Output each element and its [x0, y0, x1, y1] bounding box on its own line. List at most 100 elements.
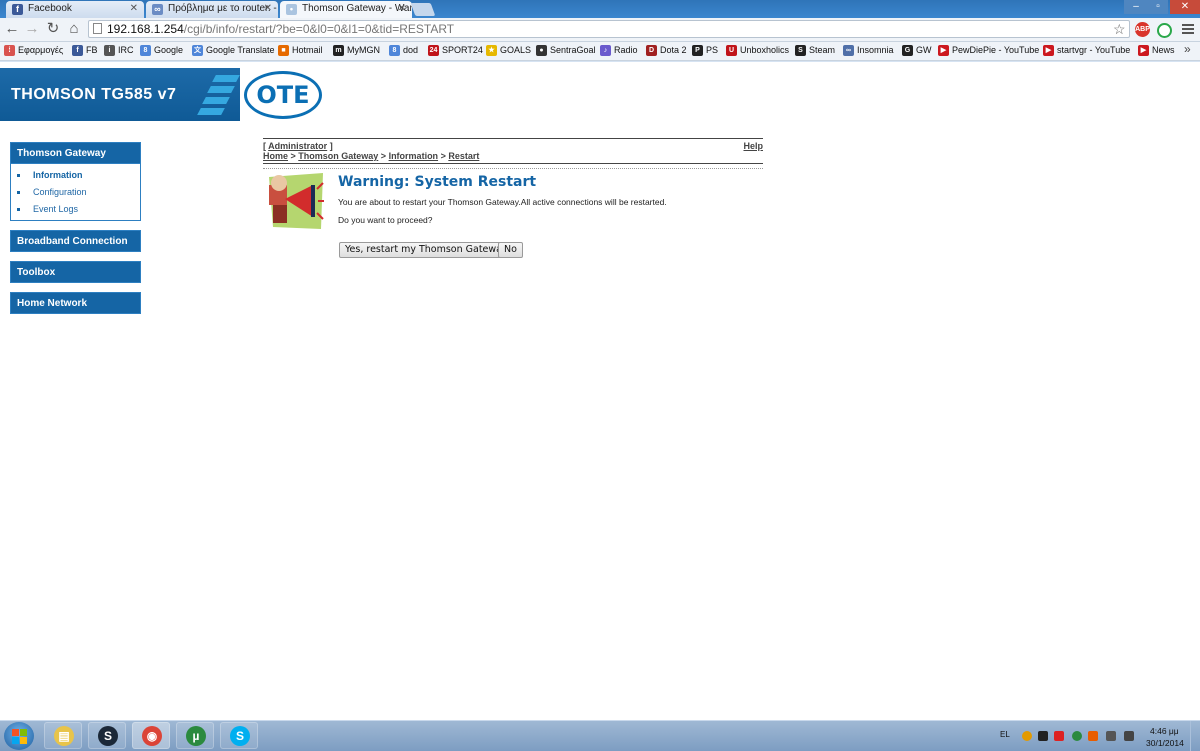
- bookmark-google-translate[interactable]: 文 Google Translate: [192, 42, 275, 60]
- explorer-icon: ▤: [54, 726, 74, 746]
- user-link[interactable]: Administrator: [268, 141, 327, 151]
- bookmark-label: Google Translate: [206, 45, 275, 55]
- forward-arrow-icon[interactable]: →: [24, 21, 40, 37]
- bookmark-insomnia[interactable]: ∞ Insomnia: [843, 42, 894, 60]
- bookmark-sport24[interactable]: 24 SPORT24: [428, 42, 483, 60]
- bookmark-label: Εφαρμογές: [18, 45, 64, 55]
- bookmarks-bar: ⁞ Εφαρμογές f FB i IRC 8 Google 文 Google Translat…: [0, 42, 1200, 61]
- bookmark-ps[interactable]: P PS: [692, 42, 718, 60]
- address-bar[interactable]: 192.168.1.254/cgi/b/info/restart/?be=0&l…: [88, 20, 1130, 38]
- bookmark-goals[interactable]: ★ GOALS: [486, 42, 531, 60]
- cancel-button[interactable]: No: [498, 242, 523, 258]
- bookmark-dod[interactable]: 8 dod: [389, 42, 418, 60]
- close-icon[interactable]: ✕: [398, 1, 406, 17]
- bookmark-fb[interactable]: f FB: [72, 42, 98, 60]
- sidebar-item-broadband-connection[interactable]: Broadband Connection: [10, 230, 141, 252]
- bookmark-hotmail[interactable]: ■ Hotmail: [278, 42, 323, 60]
- breadcrumb-information[interactable]: Information: [389, 151, 439, 161]
- help-link[interactable]: Help: [743, 141, 763, 151]
- bookmark-label: dod: [403, 45, 419, 55]
- menu-icon[interactable]: [1182, 22, 1194, 36]
- gw-icon: G: [902, 45, 913, 56]
- tray-red-icon[interactable]: [1054, 731, 1064, 741]
- new-tab-button[interactable]: [410, 3, 436, 16]
- taskbar-app-steam[interactable]: S: [88, 722, 126, 749]
- show-desktop-button[interactable]: [1190, 721, 1200, 751]
- bookmark-star-icon[interactable]: ☆: [1113, 21, 1126, 38]
- ball-icon: ●: [536, 45, 547, 56]
- sidebar-item-event-logs[interactable]: Event Logs: [11, 201, 140, 218]
- tab-title: Πρόβλημα με το router. -: [168, 3, 277, 14]
- tab-strip: f Facebook ✕ ∞ Πρόβλημα με το router. - …: [0, 0, 1200, 18]
- apps-icon: ⁞: [4, 45, 15, 56]
- breadcrumb-home[interactable]: Home: [263, 151, 288, 161]
- sidebar-submenu: Information Configuration Event Logs: [10, 164, 141, 221]
- utorrent-icon[interactable]: [1072, 731, 1082, 741]
- steam-icon[interactable]: [1038, 731, 1048, 741]
- sidebar-item-thomson-gateway[interactable]: Thomson Gateway: [10, 142, 141, 164]
- close-icon[interactable]: ✕: [130, 1, 138, 17]
- bookmark-startvgr-youtube[interactable]: ▶ startvgr - YouTube: [1043, 42, 1130, 60]
- maximize-icon[interactable]: ▫: [1148, 0, 1168, 14]
- utorrent-icon: µ: [186, 726, 206, 746]
- bookmark-pewdiepie-youtube[interactable]: ▶ PewDiePie - YouTube: [938, 42, 1039, 60]
- bookmark-gw[interactable]: G GW: [902, 42, 932, 60]
- bookmark-label: IRC: [118, 45, 134, 55]
- refresh-ext-icon[interactable]: [1157, 23, 1172, 38]
- breadcrumb-thomson-gateway[interactable]: Thomson Gateway: [298, 151, 378, 161]
- chevron-more-icon[interactable]: »: [1184, 42, 1191, 56]
- tab-title: Facebook: [28, 3, 72, 14]
- close-icon[interactable]: ✕: [264, 1, 272, 17]
- bookmark-label: PewDiePie - YouTube: [952, 45, 1040, 55]
- tray-app-icon[interactable]: [1022, 731, 1032, 741]
- clock-date[interactable]: 30/1/2014: [1146, 738, 1184, 748]
- forum-icon: ∞: [152, 4, 163, 15]
- bookmark-label: GOALS: [500, 45, 532, 55]
- clock-time[interactable]: 4:46 μμ: [1150, 726, 1179, 736]
- unboxholics-icon: U: [726, 45, 737, 56]
- adblock-icon[interactable]: ABP: [1135, 22, 1150, 37]
- banner-stripe: [207, 86, 235, 93]
- bookmark-label: News: [1152, 45, 1175, 55]
- tab-thomson-gateway[interactable]: • Thomson Gateway - Warn ✕: [280, 1, 412, 18]
- bookmark-google[interactable]: 8 Google: [140, 42, 183, 60]
- bookmark-irc[interactable]: i IRC: [104, 42, 134, 60]
- close-window-icon[interactable]: ✕: [1170, 0, 1200, 14]
- bookmark-dota-2[interactable]: D Dota 2: [646, 42, 687, 60]
- bookmark-εφαρμογ-ς[interactable]: ⁞ Εφαρμογές: [4, 42, 63, 60]
- bookmark-mymgn[interactable]: m MyMGN: [333, 42, 380, 60]
- tray-orange-icon[interactable]: [1088, 731, 1098, 741]
- sidebar-item-home-network[interactable]: Home Network: [10, 292, 141, 314]
- url-host: 192.168.1.254: [107, 22, 184, 36]
- page-icon: [93, 23, 102, 34]
- thomson-icon: •: [286, 4, 297, 15]
- sidebar-item-configuration[interactable]: Configuration: [11, 184, 140, 201]
- mgn-icon: m: [333, 45, 344, 56]
- network-icon[interactable]: [1106, 731, 1116, 741]
- tab-facebook[interactable]: f Facebook ✕: [6, 1, 144, 18]
- taskbar-app-explorer[interactable]: ▤: [44, 722, 82, 749]
- back-arrow-icon[interactable]: ←: [4, 21, 20, 37]
- bookmark-steam[interactable]: S Steam: [795, 42, 835, 60]
- minimize-icon[interactable]: –: [1124, 0, 1148, 14]
- tab-forum[interactable]: ∞ Πρόβλημα με το router. - ✕: [146, 1, 278, 18]
- bookmark-label: GW: [916, 45, 932, 55]
- sidebar-item-information[interactable]: Information: [11, 167, 140, 184]
- bookmark-sentragoal[interactable]: ● SentraGoal: [536, 42, 596, 60]
- volume-icon[interactable]: [1124, 731, 1134, 741]
- bookmark-unboxholics[interactable]: U Unboxholics: [726, 42, 789, 60]
- bookmark-news[interactable]: ▶ News: [1138, 42, 1175, 60]
- sidebar-item-toolbox[interactable]: Toolbox: [10, 261, 141, 283]
- start-button[interactable]: [4, 722, 34, 750]
- taskbar-app-chrome[interactable]: ◉: [132, 722, 170, 749]
- translate-icon: 文: [192, 45, 203, 56]
- reload-icon[interactable]: ↻: [45, 21, 61, 37]
- sidebar-nav: Thomson Gateway Information Configuratio…: [10, 142, 141, 314]
- home-icon[interactable]: ⌂: [66, 21, 82, 37]
- taskbar-app-utorrent[interactable]: µ: [176, 722, 214, 749]
- language-indicator[interactable]: EL: [1000, 730, 1010, 739]
- breadcrumb-restart[interactable]: Restart: [448, 151, 479, 161]
- restart-button[interactable]: Yes, restart my Thomson Gateway: [339, 242, 514, 258]
- taskbar-app-skype[interactable]: S: [220, 722, 258, 749]
- bookmark-radio[interactable]: ♪ Radio: [600, 42, 638, 60]
